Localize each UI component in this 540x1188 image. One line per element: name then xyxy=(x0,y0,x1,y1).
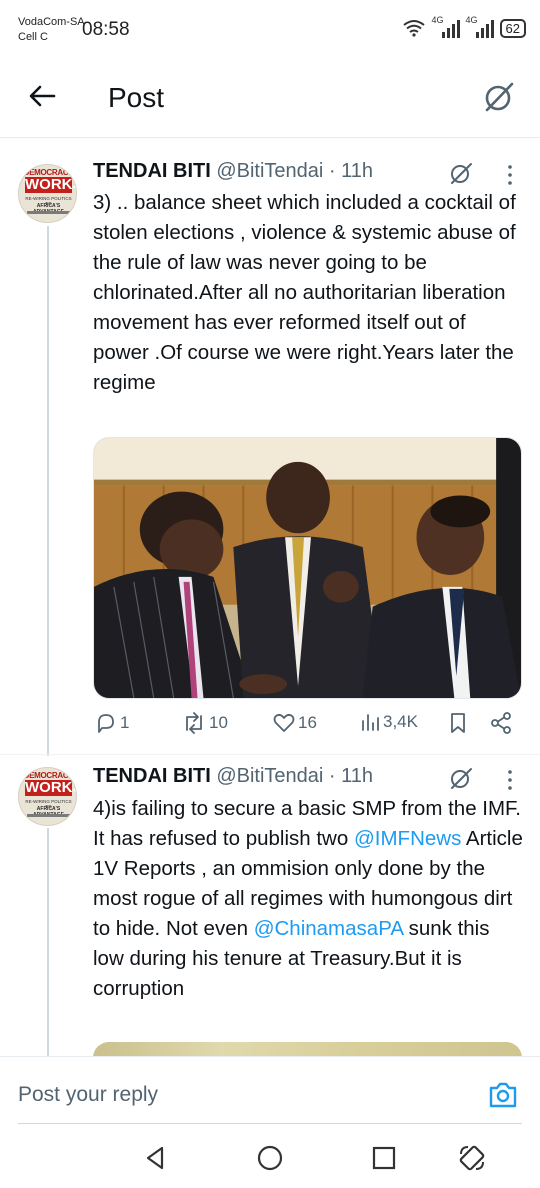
circle-home-icon[interactable] xyxy=(256,1144,284,1172)
tweet-meta: TENDAI BITI @BitiTendai · 11h xyxy=(93,765,373,788)
grok-icon[interactable] xyxy=(449,766,473,790)
tweet[interactable]: DEMOCRACY WORKS RE-WIRING POLITICS TO AF… xyxy=(0,0,540,1062)
avatar[interactable]: DEMOCRACY WORKS RE-WIRING POLITICS TO AF… xyxy=(18,767,77,826)
triangle-back-icon[interactable] xyxy=(142,1144,170,1172)
square-recents-icon[interactable] xyxy=(370,1144,398,1172)
mention-link[interactable]: @ChinamasaPA xyxy=(254,917,403,940)
author-handle[interactable]: @BitiTendai xyxy=(216,765,323,787)
author-name[interactable]: TENDAI BITI xyxy=(93,765,211,787)
tweet-text: 4)is failing to secure a basic SMP from … xyxy=(93,797,523,1000)
meta-separator: · xyxy=(323,765,342,787)
mention-link[interactable]: @IMFNews xyxy=(354,827,461,850)
reply-bar: Post your reply xyxy=(0,1056,540,1126)
rotate-icon[interactable] xyxy=(458,1144,486,1172)
more-icon[interactable] xyxy=(504,768,516,792)
tweet-time[interactable]: 11h xyxy=(341,765,373,787)
android-nav-bar xyxy=(0,1126,540,1188)
reply-input[interactable]: Post your reply xyxy=(18,1083,158,1107)
camera-icon[interactable] xyxy=(488,1081,518,1109)
reply-divider xyxy=(18,1123,522,1124)
